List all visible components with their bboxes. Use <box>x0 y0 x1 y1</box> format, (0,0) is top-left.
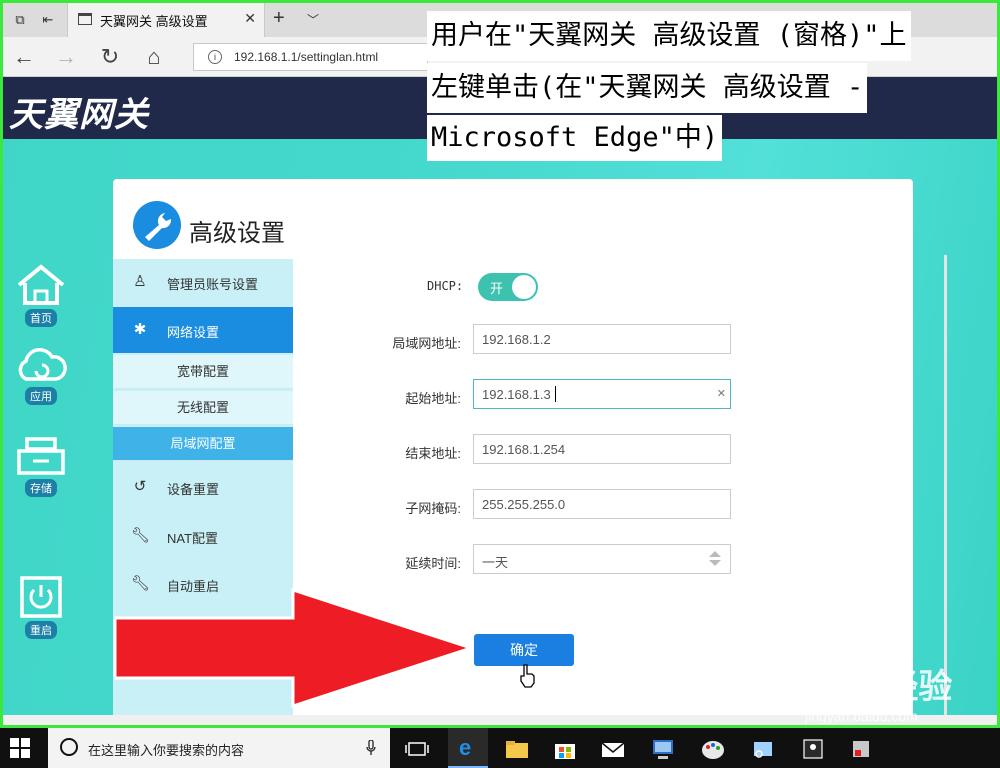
lease-time-select[interactable]: 一天 <box>473 544 731 574</box>
screenshot-frame: ⧉ ⇤ 天翼网关 高级设置 ✕ + ﹀ ← → ↻ ⌂ i 192.168.1.… <box>0 0 1000 728</box>
home-icon <box>17 264 65 305</box>
hand-cursor-icon <box>520 664 535 688</box>
submenu-broadband[interactable]: 宽带配置 <box>113 355 293 389</box>
refresh-button[interactable]: ↻ <box>95 43 125 71</box>
toggle-knob <box>512 275 536 299</box>
user-icon: ♙ <box>133 273 147 290</box>
menu-item-label: 设备重置 <box>167 482 220 497</box>
windows-taskbar: 在这里输入你要搜索的内容 e <box>0 728 1000 768</box>
nav-apps[interactable]: 应用 <box>13 345 69 405</box>
brand-logo: 天翼网关 <box>9 95 149 135</box>
store-icon[interactable] <box>550 734 580 764</box>
wrench-icon: 🔧︎ <box>131 527 151 544</box>
forward-button[interactable]: → <box>51 43 81 71</box>
nav-restart[interactable]: 重启 <box>13 575 69 639</box>
menu-item-nat[interactable]: 🔧︎ NAT配置 <box>113 513 293 559</box>
people-icon[interactable] <box>798 734 828 764</box>
end-address-input[interactable]: 192.168.1.254 <box>473 434 731 464</box>
gear-icon: ✱ <box>133 321 147 338</box>
power-icon <box>20 576 62 618</box>
microphone-icon[interactable] <box>366 740 376 756</box>
app-icon[interactable] <box>846 734 876 764</box>
start-address-value: 192.168.1.3 <box>482 387 551 402</box>
back-button[interactable]: ← <box>9 43 39 71</box>
page-icon <box>78 13 92 25</box>
red-arrow-icon <box>113 588 473 708</box>
browser-tab[interactable]: 天翼网关 高级设置 ✕ <box>67 3 265 37</box>
menu-item-admin[interactable]: ♙ 管理员账号设置 <box>113 259 293 305</box>
menu-item-label: 网络设置 <box>167 325 220 340</box>
undo-icon: ↺ <box>133 478 147 495</box>
dhcp-toggle[interactable]: 开 <box>478 273 538 301</box>
snipping-tool-icon[interactable] <box>748 734 778 764</box>
submenu-lan[interactable]: 局域网配置 <box>113 427 293 461</box>
address-bar[interactable]: i 192.168.1.1/settinglan.html <box>193 43 428 71</box>
wrench-badge-icon <box>133 201 181 249</box>
set-aside-tabs-icon[interactable]: ⇤ <box>37 10 59 30</box>
edge-taskbar-button[interactable]: e <box>448 728 488 768</box>
windows-start-icon[interactable] <box>10 738 30 758</box>
nav-restart-label: 重启 <box>25 621 57 639</box>
tooltip-line: 用户在"天翼网关 高级设置 (窗格)"上 <box>427 11 911 61</box>
new-tab-button[interactable]: + <box>273 7 285 30</box>
end-address-row: 结束地址: 192.168.1.254 <box>313 434 743 466</box>
paint-icon[interactable] <box>698 734 728 764</box>
subnet-mask-row: 子网掩码: 255.255.255.0 <box>313 489 743 521</box>
subnet-mask-input[interactable]: 255.255.255.0 <box>473 489 731 519</box>
toggle-label: 开 <box>490 281 504 296</box>
storage-icon <box>17 437 65 475</box>
watermark-url: jingyan.baidu.com <box>805 708 918 724</box>
page-title: 高级设置 <box>189 220 285 247</box>
menu-item-network[interactable]: ✱ 网络设置 <box>113 307 293 353</box>
tooltip-line: 左键单击(在"天翼网关 高级设置 - <box>427 63 868 113</box>
menu-item-label: 管理员账号设置 <box>167 277 259 292</box>
lan-address-input[interactable]: 192.168.1.2 <box>473 324 731 354</box>
lease-time-row: 延续时间: 一天 <box>313 544 743 576</box>
lan-address-row: 局域网地址: 192.168.1.2 <box>313 324 743 356</box>
nav-storage[interactable]: 存储 <box>13 435 69 497</box>
start-address-label: 起始地址: <box>405 391 461 406</box>
search-placeholder: 在这里输入你要搜索的内容 <box>88 743 245 758</box>
confirm-button[interactable]: 确定 <box>474 634 574 666</box>
end-address-label: 结束地址: <box>405 446 461 461</box>
action-tooltip: 用户在"天翼网关 高级设置 (窗格)"上 左键单击(在"天翼网关 高级设置 - … <box>427 11 983 165</box>
nav-home[interactable]: 首页 <box>13 263 69 327</box>
baidu-watermark: Bai du 经验 jingyan.baidu.com <box>771 659 991 725</box>
tab-manager-icon[interactable]: ⧉ <box>9 10 31 30</box>
submenu-wireless[interactable]: 无线配置 <box>113 391 293 425</box>
cortana-icon <box>60 738 78 756</box>
text-caret <box>555 386 556 402</box>
home-button[interactable]: ⌂ <box>139 43 169 71</box>
taskbar-search-box[interactable]: 在这里输入你要搜索的内容 <box>48 728 390 768</box>
task-view-icon[interactable] <box>402 734 432 764</box>
tab-dropdown-icon[interactable]: ﹀ <box>307 11 319 28</box>
nav-storage-label: 存储 <box>25 479 57 497</box>
tooltip-line: Microsoft Edge"中) <box>427 115 723 161</box>
close-tab-icon[interactable]: ✕ <box>244 10 256 27</box>
site-info-icon[interactable]: i <box>208 50 222 64</box>
cloud-icon <box>18 348 67 381</box>
nav-home-label: 首页 <box>25 309 57 327</box>
url-text: 192.168.1.1/settinglan.html <box>234 50 379 64</box>
svg-text:e: e <box>459 735 471 760</box>
lease-time-label: 延续时间: <box>405 556 461 571</box>
spinner-icon[interactable] <box>709 551 721 569</box>
lease-time-value: 一天 <box>482 555 509 570</box>
file-explorer-icon[interactable] <box>502 734 532 764</box>
tab-title: 天翼网关 高级设置 <box>100 14 208 29</box>
watermark-logo: Bai du 经验 <box>771 668 953 706</box>
edge-icon: e <box>459 735 471 760</box>
network-settings-icon[interactable] <box>648 734 678 764</box>
start-address-input[interactable]: 192.168.1.3 ✕ <box>473 379 731 409</box>
menu-item-reset[interactable]: ↺ 设备重置 <box>113 464 293 510</box>
nav-apps-label: 应用 <box>25 387 57 405</box>
dhcp-label: DHCP: <box>427 279 464 293</box>
lan-address-label: 局域网地址: <box>392 336 461 351</box>
clear-input-icon[interactable]: ✕ <box>717 387 726 400</box>
vertical-scrollbar[interactable] <box>944 255 947 725</box>
mail-icon[interactable] <box>598 734 628 764</box>
subnet-mask-label: 子网掩码: <box>405 501 461 516</box>
menu-item-label: NAT配置 <box>167 531 219 546</box>
start-address-row: 起始地址: 192.168.1.3 ✕ <box>313 379 743 411</box>
